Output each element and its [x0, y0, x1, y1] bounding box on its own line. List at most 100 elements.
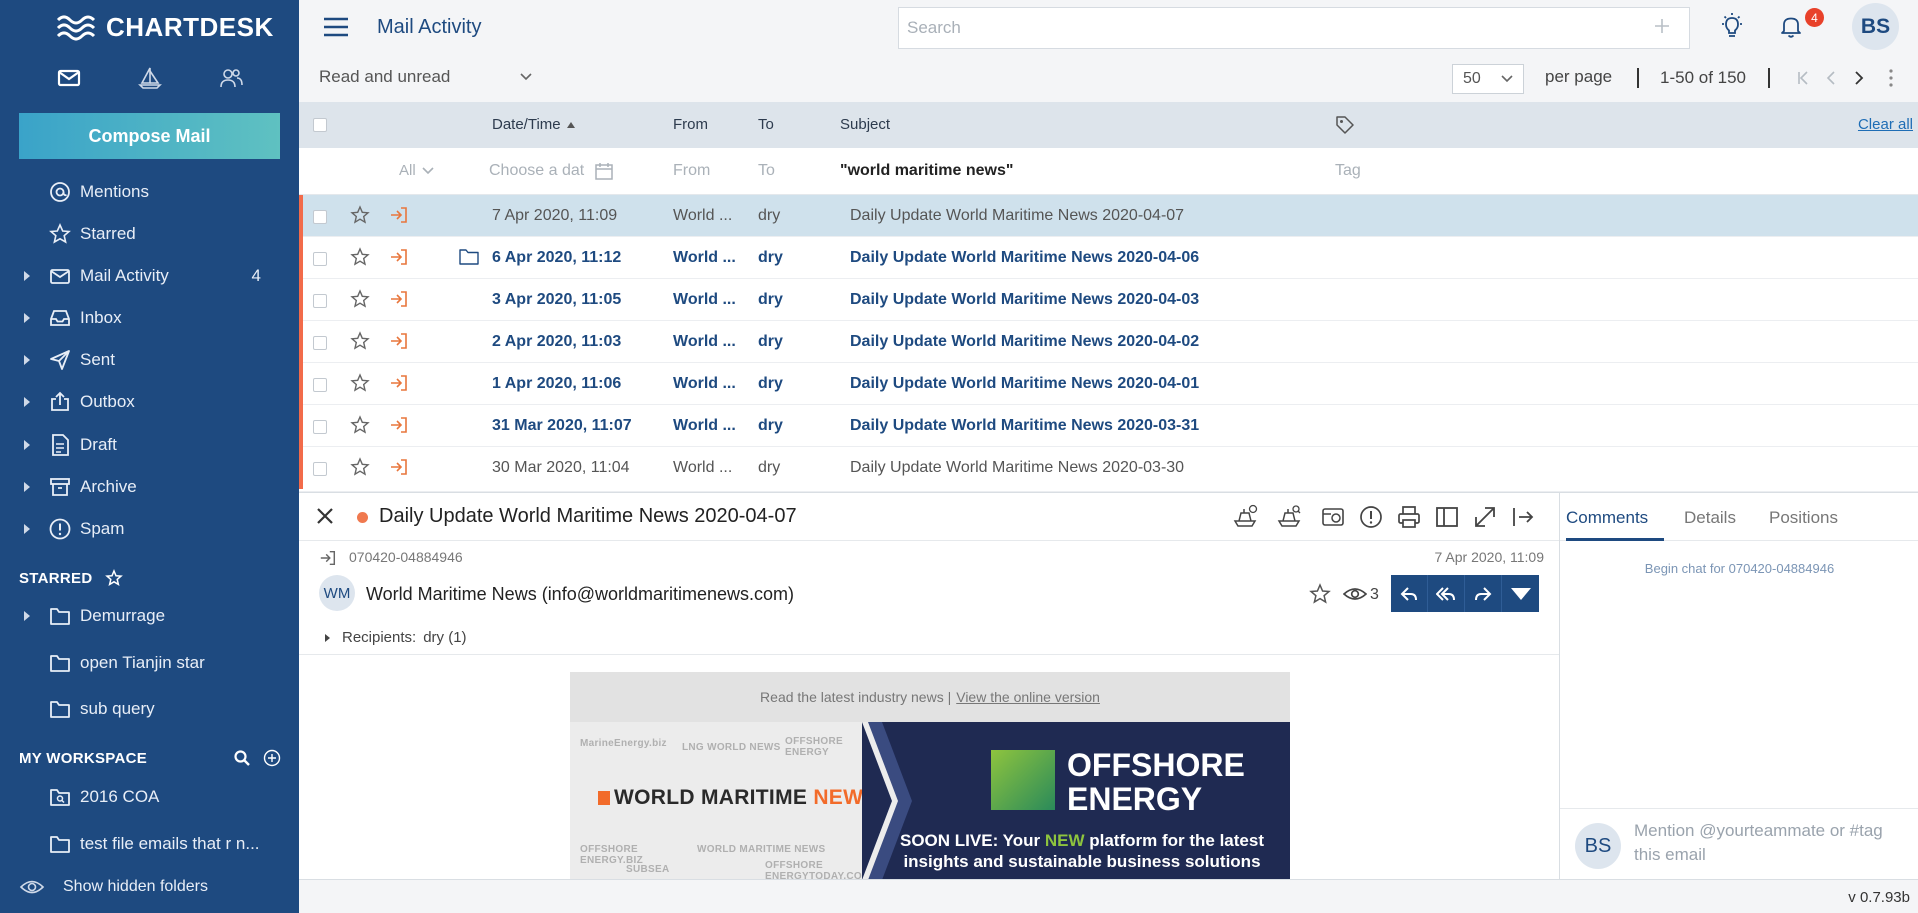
comment-input[interactable] — [1634, 819, 1904, 874]
table-row[interactable]: 7 Apr 2020, 11:09 World ... dry Daily Up… — [299, 195, 1918, 237]
sidebar-item-mentions[interactable]: Mentions — [0, 172, 299, 212]
split-view-icon[interactable] — [1433, 503, 1461, 531]
sidebar-item-draft[interactable]: Draft — [0, 425, 299, 465]
column-header-from[interactable]: From — [673, 116, 708, 133]
expand-caret-icon[interactable] — [24, 397, 30, 407]
star-icon[interactable] — [350, 289, 370, 309]
add-circle-icon[interactable] — [263, 749, 281, 767]
next-page-button[interactable] — [1850, 68, 1868, 88]
expand-icon[interactable] — [1471, 503, 1499, 531]
forward-button[interactable] — [1465, 575, 1502, 612]
star-icon[interactable] — [350, 457, 370, 477]
reply-all-button[interactable] — [1428, 575, 1465, 612]
recipients-toggle[interactable]: Recipients: dry (1) — [325, 629, 467, 646]
column-header-subject[interactable]: Subject — [840, 116, 890, 133]
star-icon[interactable] — [350, 373, 370, 393]
row-checkbox[interactable] — [313, 378, 327, 392]
pop-out-icon[interactable] — [1509, 503, 1537, 531]
attachment-filter-dropdown[interactable]: All — [399, 162, 434, 179]
expand-caret-icon[interactable] — [24, 271, 30, 281]
row-checkbox[interactable] — [313, 252, 327, 266]
reply-button[interactable] — [1391, 575, 1428, 612]
sidebar-item-mail-activity[interactable]: Mail Activity 4 — [0, 256, 299, 296]
show-hidden-folders[interactable]: Show hidden folders — [0, 867, 299, 907]
row-checkbox[interactable] — [313, 336, 327, 350]
table-row[interactable]: 2 Apr 2020, 11:03 World ... dry Daily Up… — [299, 321, 1918, 363]
contacts-mode-tab[interactable] — [203, 56, 259, 100]
expand-caret-icon[interactable] — [24, 355, 30, 365]
lightbulb-icon[interactable] — [1718, 12, 1746, 40]
column-header-date[interactable]: Date/Time — [492, 116, 575, 133]
table-row[interactable]: 30 Mar 2020, 11:04 World ... dry Daily U… — [299, 447, 1918, 492]
tab-positions[interactable]: Positions — [1769, 508, 1838, 528]
cargo-icon[interactable] — [1319, 503, 1347, 531]
workspace-folder-2016-coa[interactable]: 2016 COA — [0, 777, 299, 817]
add-filter-icon[interactable] — [1653, 17, 1671, 35]
first-page-button[interactable] — [1794, 68, 1812, 88]
sidebar-item-archive[interactable]: Archive — [0, 467, 299, 507]
sidebar-item-sent[interactable]: Sent — [0, 340, 299, 380]
table-row[interactable]: 3 Apr 2020, 11:05 World ... dry Daily Up… — [299, 279, 1918, 321]
sidebar-item-spam[interactable]: Spam — [0, 509, 299, 549]
star-icon[interactable] — [350, 331, 370, 351]
clear-all-link[interactable]: Clear all — [1858, 116, 1913, 133]
sidebar-item-starred[interactable]: Starred — [0, 214, 299, 254]
starred-folder-demurrage[interactable]: Demurrage — [0, 596, 299, 636]
starred-folder-sub-query[interactable]: sub query — [0, 689, 299, 729]
print-icon[interactable] — [1395, 503, 1423, 531]
row-checkbox[interactable] — [313, 420, 327, 434]
workspace-folder-test-file-emails[interactable]: test file emails that r n... — [0, 824, 299, 864]
select-all-checkbox[interactable] — [313, 118, 327, 132]
mail-mode-tab[interactable] — [41, 56, 97, 100]
expand-caret-icon[interactable] — [24, 313, 30, 323]
tab-comments[interactable]: Comments — [1566, 508, 1648, 528]
star-outline-icon[interactable] — [104, 569, 123, 587]
calendar-icon[interactable] — [594, 161, 614, 181]
subject-filter-input[interactable] — [840, 162, 1220, 180]
alert-icon[interactable] — [1357, 503, 1385, 531]
vessel-add-icon[interactable] — [1231, 503, 1259, 531]
date-filter-input[interactable] — [489, 162, 589, 180]
hamburger-menu-icon[interactable] — [323, 16, 349, 38]
star-icon[interactable] — [1309, 583, 1331, 605]
expand-caret-icon[interactable] — [24, 482, 30, 492]
newsletter-banner[interactable]: MarineEnergy.biz LNG WORLD NEWS OFFSHORE… — [570, 722, 1290, 880]
vessel-search-icon[interactable] — [1275, 503, 1303, 531]
app-logo[interactable]: CHARTDESK — [56, 10, 274, 44]
tag-filter-input[interactable] — [1335, 162, 1435, 180]
row-checkbox[interactable] — [313, 294, 327, 308]
star-icon[interactable] — [350, 205, 370, 225]
expand-caret-icon[interactable] — [24, 440, 30, 450]
prev-page-button[interactable] — [1822, 68, 1840, 88]
read-filter-dropdown[interactable]: Read and unread — [319, 67, 532, 87]
ships-mode-tab[interactable] — [122, 56, 178, 100]
row-checkbox[interactable] — [313, 210, 327, 224]
star-icon[interactable] — [350, 247, 370, 267]
per-page-select[interactable]: 50 — [1452, 64, 1524, 94]
search-input[interactable] — [899, 18, 1619, 38]
row-checkbox[interactable] — [313, 462, 327, 476]
close-icon[interactable] — [316, 507, 334, 525]
search-icon[interactable] — [233, 749, 251, 767]
more-options-icon[interactable] — [1888, 68, 1894, 88]
column-header-to[interactable]: To — [758, 116, 774, 133]
table-row[interactable]: 6 Apr 2020, 11:12 World ... dry Daily Up… — [299, 237, 1918, 279]
to-filter-input[interactable] — [758, 162, 818, 180]
sender-name[interactable]: World Maritime News (info@worldmaritimen… — [366, 584, 794, 605]
notification-bell-icon[interactable] — [1777, 12, 1805, 40]
tab-details[interactable]: Details — [1684, 508, 1736, 528]
star-icon[interactable] — [350, 415, 370, 435]
table-row[interactable]: 31 Mar 2020, 11:07 World ... dry Daily U… — [299, 405, 1918, 447]
table-row[interactable]: 1 Apr 2020, 11:06 World ... dry Daily Up… — [299, 363, 1918, 405]
expand-caret-icon[interactable] — [24, 524, 30, 534]
starred-folder-open-tianjin-star[interactable]: open Tianjin star — [0, 643, 299, 683]
more-actions-button[interactable] — [1502, 575, 1539, 612]
tag-icon[interactable] — [1335, 115, 1355, 135]
from-filter-input[interactable] — [673, 162, 743, 180]
compose-mail-button[interactable]: Compose Mail — [19, 113, 280, 159]
sidebar-item-outbox[interactable]: Outbox — [0, 382, 299, 422]
expand-caret-icon[interactable] — [24, 611, 30, 621]
sidebar-item-inbox[interactable]: Inbox — [0, 298, 299, 338]
online-version-link[interactable]: View the online version — [956, 689, 1100, 705]
user-avatar[interactable]: BS — [1852, 3, 1899, 50]
